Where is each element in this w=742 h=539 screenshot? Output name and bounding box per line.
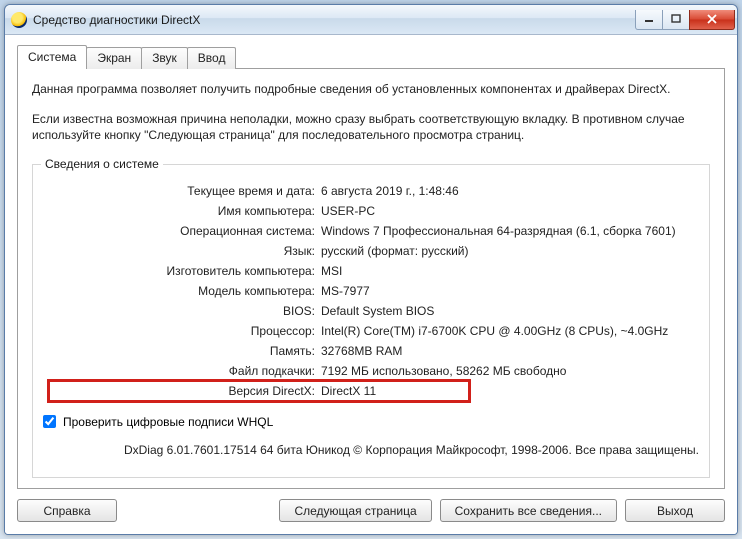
tab-display[interactable]: Экран (86, 47, 142, 69)
button-bar: Справка Следующая страница Сохранить все… (17, 499, 725, 522)
footer-note: DxDiag 6.01.7601.17514 64 бита Юникод © … (43, 443, 699, 457)
system-info-group: Сведения о системе Текущее время и дата:… (32, 164, 710, 478)
tab-sound[interactable]: Звук (141, 47, 188, 69)
titlebar[interactable]: Средство диагностики DirectX (5, 5, 737, 35)
label-os: Операционная система: (43, 221, 321, 241)
value-os: Windows 7 Профессиональная 64-разрядная … (321, 221, 699, 241)
label-datetime: Текущее время и дата: (43, 181, 321, 201)
help-button[interactable]: Справка (17, 499, 117, 522)
label-bios: BIOS: (43, 301, 321, 321)
label-model: Модель компьютера: (43, 281, 321, 301)
close-button[interactable] (689, 10, 735, 30)
row-lang: Язык: русский (формат: русский) (43, 241, 699, 261)
label-cpu: Процессор: (43, 321, 321, 341)
intro-paragraph-2: Если известна возможная причина неполадк… (32, 111, 710, 143)
intro-text: Данная программа позволяет получить подр… (32, 81, 710, 158)
label-directx: Версия DirectX: (49, 381, 321, 401)
row-ram: Память: 32768MB RAM (43, 341, 699, 361)
tab-input[interactable]: Ввод (187, 47, 237, 69)
row-directx-version: Версия DirectX: DirectX 11 (49, 381, 469, 401)
whql-label: Проверить цифровые подписи WHQL (63, 415, 273, 429)
value-pagefile: 7192 МБ использовано, 58262 МБ свободно (321, 361, 699, 381)
label-ram: Память: (43, 341, 321, 361)
row-oem: Изготовитель компьютера: MSI (43, 261, 699, 281)
button-spacer (117, 499, 271, 522)
maximize-button[interactable] (662, 10, 690, 30)
window-title: Средство диагностики DirectX (33, 13, 636, 27)
label-lang: Язык: (43, 241, 321, 261)
value-directx: DirectX 11 (321, 381, 469, 401)
minimize-button[interactable] (635, 10, 663, 30)
tab-system[interactable]: Система (17, 45, 87, 69)
intro-paragraph-1: Данная программа позволяет получить подр… (32, 81, 710, 97)
group-legend: Сведения о системе (41, 157, 163, 171)
row-pagefile: Файл подкачки: 7192 МБ использовано, 582… (43, 361, 699, 381)
app-icon (11, 12, 27, 28)
value-pcname: USER-PC (321, 201, 699, 221)
row-os: Операционная система: Windows 7 Професси… (43, 221, 699, 241)
exit-button[interactable]: Выход (625, 499, 725, 522)
value-lang: русский (формат: русский) (321, 241, 699, 261)
maximize-icon (671, 14, 681, 24)
value-cpu: Intel(R) Core(TM) i7-6700K CPU @ 4.00GHz… (321, 321, 699, 341)
tabstrip: Система Экран Звук Ввод (17, 45, 725, 69)
label-pagefile: Файл подкачки: (43, 361, 321, 381)
value-oem: MSI (321, 261, 699, 281)
whql-checkbox[interactable] (43, 415, 56, 428)
close-icon (706, 14, 718, 24)
value-model: MS-7977 (321, 281, 699, 301)
whql-checkbox-row[interactable]: Проверить цифровые подписи WHQL (43, 415, 699, 429)
row-cpu: Процессор: Intel(R) Core(TM) i7-6700K CP… (43, 321, 699, 341)
tab-panel-system: Данная программа позволяет получить подр… (17, 68, 725, 489)
window-controls (636, 10, 735, 30)
value-datetime: 6 августа 2019 г., 1:48:46 (321, 181, 699, 201)
save-all-button[interactable]: Сохранить все сведения... (440, 499, 617, 522)
value-ram: 32768MB RAM (321, 341, 699, 361)
minimize-icon (644, 14, 654, 24)
label-oem: Изготовитель компьютера: (43, 261, 321, 281)
next-page-button[interactable]: Следующая страница (279, 499, 431, 522)
value-bios: Default System BIOS (321, 301, 699, 321)
row-datetime: Текущее время и дата: 6 августа 2019 г.,… (43, 181, 699, 201)
row-bios: BIOS: Default System BIOS (43, 301, 699, 321)
row-pcname: Имя компьютера: USER-PC (43, 201, 699, 221)
dxdiag-window: Средство диагностики DirectX Система Экр… (4, 4, 738, 535)
info-rows: Текущее время и дата: 6 августа 2019 г.,… (43, 181, 699, 401)
row-model: Модель компьютера: MS-7977 (43, 281, 699, 301)
label-pcname: Имя компьютера: (43, 201, 321, 221)
client-area: Система Экран Звук Ввод Данная программа… (5, 35, 737, 534)
